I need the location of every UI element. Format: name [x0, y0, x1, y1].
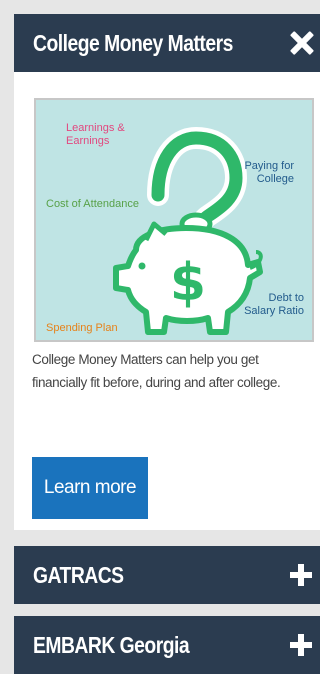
sidebar-widget: College Money Matters $ Learnings & Earn…	[14, 0, 320, 674]
plus-icon[interactable]	[290, 564, 312, 586]
plus-icon[interactable]	[290, 634, 312, 656]
image-label-cost: Cost of Attendance	[46, 198, 139, 210]
accordion-title: EMBARK Georgia	[33, 631, 190, 658]
image-label-learnings: Learnings & Earnings	[66, 122, 125, 147]
accordion-embark-georgia[interactable]: EMBARK Georgia	[14, 616, 320, 674]
image-label-spending: Spending Plan	[46, 322, 118, 334]
image-label-debt: Debt to Salary Ratio	[244, 292, 304, 317]
image-label-paying: Paying for College	[244, 160, 294, 185]
accordion-gatracs[interactable]: GATRACS	[14, 546, 320, 604]
college-money-matters-header[interactable]: College Money Matters	[14, 14, 320, 72]
close-icon[interactable]	[290, 31, 314, 55]
svg-text:$: $	[170, 253, 206, 313]
panel-body: $ Learnings & Earnings Cost of Attendanc…	[14, 72, 320, 530]
panel-description: College Money Matters can help you get f…	[32, 352, 281, 390]
college-money-matters-image: $ Learnings & Earnings Cost of Attendanc…	[34, 98, 314, 342]
learn-more-button[interactable]: Learn more	[32, 457, 148, 519]
panel-title: College Money Matters	[33, 29, 233, 56]
accordion-title: GATRACS	[33, 561, 124, 588]
